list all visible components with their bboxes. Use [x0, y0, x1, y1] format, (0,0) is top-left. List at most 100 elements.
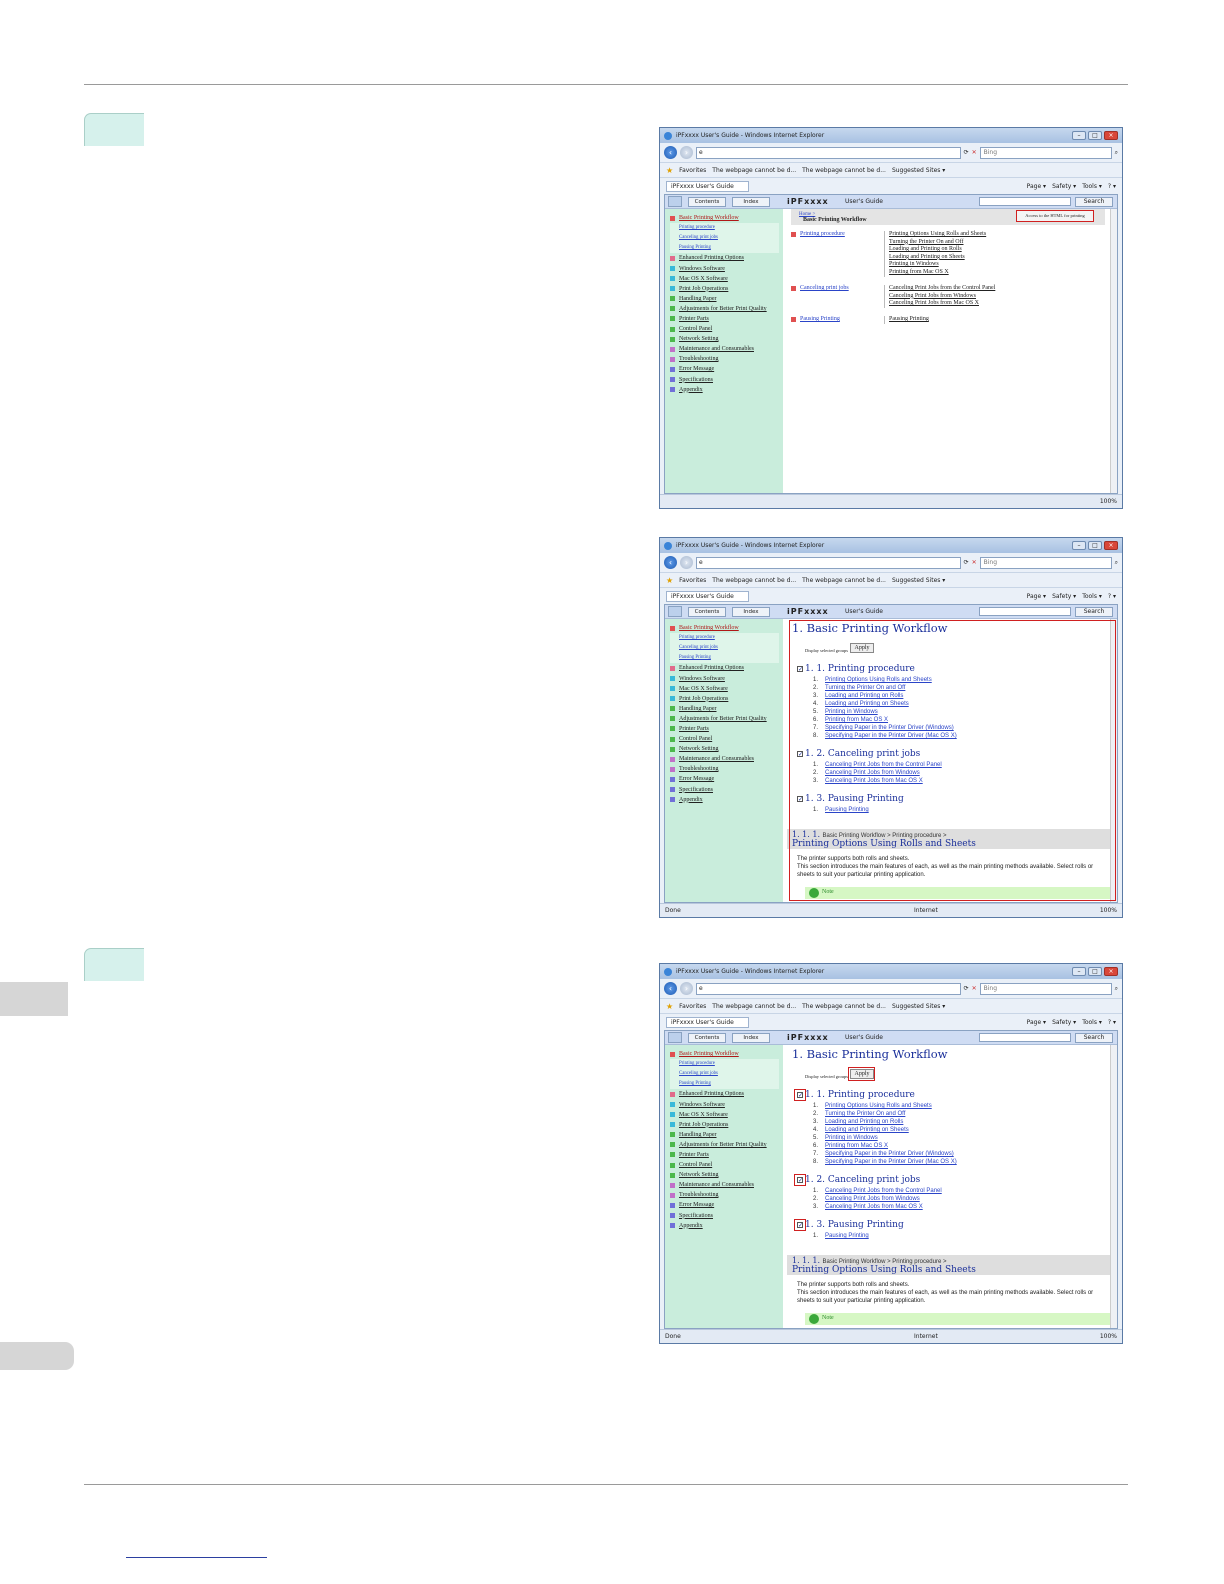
toc-subitem[interactable]: Pausing Printing	[670, 243, 779, 254]
tools-menu[interactable]: Tools ▾	[1082, 1019, 1102, 1026]
list-item[interactable]: Printing Options Using Rolls and Sheets	[889, 231, 986, 239]
toc-item[interactable]: Control Panel	[670, 324, 783, 334]
section-link[interactable]: Pausing Printing	[800, 316, 884, 324]
help-menu[interactable]: ? ▾	[1108, 1019, 1116, 1026]
favorite-link-1[interactable]: The webpage cannot be d...	[712, 577, 796, 584]
toc-item[interactable]: Maintenance and Consumables	[670, 344, 783, 354]
toc-item[interactable]: Specifications	[670, 785, 783, 795]
forward-arrow-icon[interactable]: ›	[680, 982, 693, 995]
guide-search-button[interactable]: Search	[1075, 606, 1113, 617]
list-item[interactable]: Printing in Windows	[889, 261, 986, 269]
toc-subitem[interactable]: Canceling print jobs	[670, 643, 779, 654]
suggested-sites[interactable]: Suggested Sites ▾	[892, 1003, 945, 1010]
toc-item[interactable]: Handling Paper	[670, 1130, 783, 1140]
list-link[interactable]: Specifying Paper in the Printer Driver (…	[825, 1151, 954, 1157]
page-menu[interactable]: Page ▾	[1027, 1019, 1046, 1026]
toc-item[interactable]: Enhanced Printing Options	[670, 663, 783, 673]
list-link[interactable]: Specifying Paper in the Printer Driver (…	[825, 1159, 957, 1165]
toc-item[interactable]: Windows Software	[670, 263, 783, 273]
guide-search-input[interactable]	[979, 607, 1071, 616]
suggested-sites[interactable]: Suggested Sites ▾	[892, 577, 945, 584]
toc-item[interactable]: Windows Software	[670, 673, 783, 683]
favorite-link-2[interactable]: The webpage cannot be d...	[802, 577, 886, 584]
favorite-link-1[interactable]: The webpage cannot be d...	[712, 167, 796, 174]
browser-tab[interactable]: iPFxxxx User's Guide	[666, 1016, 749, 1028]
address-input[interactable]: e	[696, 982, 961, 995]
toc-item[interactable]: Troubleshooting	[670, 354, 783, 364]
toc-item[interactable]: Appendix	[670, 1221, 783, 1231]
search-icon[interactable]: ⌕	[1115, 985, 1118, 993]
toc-item[interactable]: Windows Software	[670, 1099, 783, 1109]
index-tab[interactable]: Index	[732, 196, 770, 207]
toc-item[interactable]: Control Panel	[670, 734, 783, 744]
toc-item[interactable]: Printer Parts	[670, 314, 783, 324]
refresh-icon[interactable]: ⟳	[964, 985, 969, 992]
search-input[interactable]: Bing	[979, 982, 1112, 995]
stop-icon[interactable]: ✕	[972, 559, 977, 566]
safety-menu[interactable]: Safety ▾	[1052, 183, 1076, 190]
list-link[interactable]: Canceling Print Jobs from the Control Pa…	[825, 1188, 942, 1194]
minimize-button[interactable]: –	[1072, 131, 1086, 140]
guide-search-button[interactable]: Search	[1075, 1032, 1113, 1043]
toc-subitem[interactable]: Pausing Printing	[670, 1079, 779, 1090]
toc-item[interactable]: Enhanced Printing Options	[670, 253, 783, 263]
stop-icon[interactable]: ✕	[972, 149, 977, 156]
toc-item[interactable]: Troubleshooting	[670, 1190, 783, 1200]
list-link[interactable]: Pausing Printing	[825, 1233, 869, 1239]
zoom-level[interactable]: 100%	[1100, 907, 1117, 914]
guide-search-input[interactable]	[979, 197, 1071, 206]
home-icon[interactable]	[668, 606, 682, 617]
maximize-button[interactable]: □	[1088, 541, 1102, 550]
toc-item[interactable]: Adjustments for Better Print Quality	[670, 304, 783, 314]
toc-subitem[interactable]: Canceling print jobs	[670, 1069, 779, 1080]
forward-arrow-icon[interactable]: ›	[680, 146, 693, 159]
list-link[interactable]: Loading and Printing on Rolls	[825, 1119, 903, 1125]
toc-item[interactable]: Maintenance and Consumables	[670, 754, 783, 764]
favorite-link-2[interactable]: The webpage cannot be d...	[802, 1003, 886, 1010]
home-icon[interactable]	[668, 1032, 682, 1043]
safety-menu[interactable]: Safety ▾	[1052, 1019, 1076, 1026]
back-arrow-icon[interactable]: ‹	[664, 982, 677, 995]
minimize-button[interactable]: –	[1072, 967, 1086, 976]
toc-item[interactable]: Print Job Operations	[670, 694, 783, 704]
toc-subitem[interactable]: Canceling print jobs	[670, 233, 779, 244]
list-item[interactable]: Printing from Mac OS X	[889, 269, 986, 277]
home-icon[interactable]	[668, 196, 682, 207]
index-tab[interactable]: Index	[732, 606, 770, 617]
toc-item[interactable]: Mac OS X Software	[670, 1110, 783, 1120]
page-menu[interactable]: Page ▾	[1027, 593, 1046, 600]
address-input[interactable]: e	[696, 556, 961, 569]
toc-item[interactable]: Basic Printing Workflow	[670, 1049, 783, 1059]
toc-item[interactable]: Printer Parts	[670, 724, 783, 734]
toc-item[interactable]: Adjustments for Better Print Quality	[670, 1140, 783, 1150]
list-item[interactable]: Loading and Printing on Rolls	[889, 246, 986, 254]
list-link[interactable]: Canceling Print Jobs from Windows	[825, 1196, 920, 1202]
toc-subitem[interactable]: Printing procedure	[670, 633, 779, 644]
tools-menu[interactable]: Tools ▾	[1082, 183, 1102, 190]
favorite-link-1[interactable]: The webpage cannot be d...	[712, 1003, 796, 1010]
toc-item[interactable]: Error Message	[670, 774, 783, 784]
list-link[interactable]: Canceling Print Jobs from Mac OS X	[825, 1204, 923, 1210]
refresh-icon[interactable]: ⟳	[964, 149, 969, 156]
toc-item[interactable]: Handling Paper	[670, 294, 783, 304]
maximize-button[interactable]: □	[1088, 967, 1102, 976]
favorites-label[interactable]: Favorites	[679, 577, 706, 584]
toc-item[interactable]: Control Panel	[670, 1160, 783, 1170]
toc-item[interactable]: Handling Paper	[670, 704, 783, 714]
toc-item[interactable]: Maintenance and Consumables	[670, 1180, 783, 1190]
list-link[interactable]: Printing from Mac OS X	[825, 1143, 888, 1149]
toc-item[interactable]: Appendix	[670, 385, 783, 395]
refresh-icon[interactable]: ⟳	[964, 559, 969, 566]
toc-item[interactable]: Basic Printing Workflow	[670, 623, 783, 633]
list-link[interactable]: Printing in Windows	[825, 1135, 878, 1141]
address-input[interactable]: e	[696, 146, 961, 159]
section-link[interactable]: Printing procedure	[800, 231, 884, 277]
toc-subitem[interactable]: Printing procedure	[670, 223, 779, 234]
zoom-level[interactable]: 100%	[1100, 1333, 1117, 1340]
stop-icon[interactable]: ✕	[972, 985, 977, 992]
toc-item[interactable]: Mac OS X Software	[670, 274, 783, 284]
search-input[interactable]: Bing	[979, 556, 1112, 569]
tools-menu[interactable]: Tools ▾	[1082, 593, 1102, 600]
guide-search-button[interactable]: Search	[1075, 196, 1113, 207]
toc-item[interactable]: Mac OS X Software	[670, 684, 783, 694]
